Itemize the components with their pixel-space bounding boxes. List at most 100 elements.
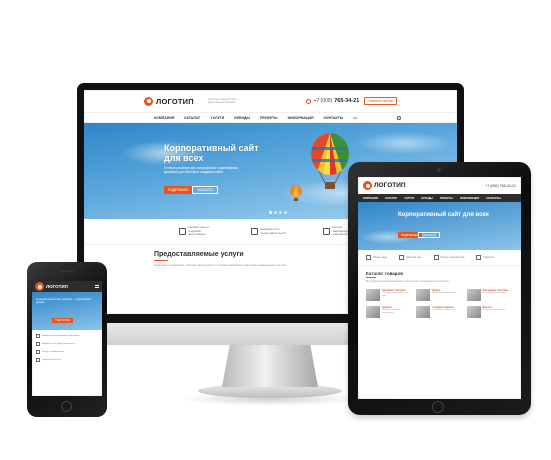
tablet-feature: Низкие цены xyxy=(366,255,387,260)
phone-icon xyxy=(306,98,312,104)
tablet-nav-item[interactable]: КОНТАКТЫ xyxy=(486,197,501,200)
phone-feature-text: Гарантия качества xyxy=(42,359,61,361)
catalog-card[interactable]: Кровля Металлочерепица и профнастил xyxy=(366,306,412,318)
catalog-card-text: Вентилируемые фасады xyxy=(482,292,506,294)
phone-header: ЛОГОТИП xyxy=(32,281,102,292)
main-nav: КОМПАНИЯ КАТАЛОГ УСЛУГИ БРЕНДЫ ПРОЕКТЫ И… xyxy=(84,112,457,123)
tablet-nav-item[interactable]: БРЕНДЫ xyxy=(421,197,433,200)
logo-text: ЛОГОТИП xyxy=(156,96,194,106)
nav-item-catalog[interactable]: КАТАЛОГ xyxy=(184,116,200,120)
nav-item-company[interactable]: КОМПАНИЯ xyxy=(154,116,174,120)
phone-hero-button[interactable]: ПОДРОБНЕЕ xyxy=(52,318,74,323)
callback-button[interactable]: Заказать звонок xyxy=(364,97,397,105)
phone-feature-text: Широкая сеть представительств xyxy=(42,343,75,345)
slider-dot[interactable] xyxy=(269,211,272,214)
phone-feature-text: Низкие цены и широкий ассортимент xyxy=(42,335,80,337)
check-icon xyxy=(476,255,482,260)
shield-icon xyxy=(399,255,405,260)
nav-item-more[interactable]: ••• xyxy=(353,116,357,120)
tablet-feature-text: Гарантия xyxy=(483,256,494,259)
product-thumbnail xyxy=(366,306,380,318)
tablet-feature: Ресурс специалистов xyxy=(433,255,465,260)
nav-item-services[interactable]: УСЛУГИ xyxy=(211,116,225,120)
header-phone: +7 (000) 765-34-21 xyxy=(306,98,359,104)
feature-text: Широкая сеть представительств xyxy=(260,226,286,235)
phone-number: 765-34-21 xyxy=(334,98,360,104)
search-icon[interactable] xyxy=(396,115,401,120)
tag-icon xyxy=(178,228,186,235)
hot-air-balloon-icon xyxy=(311,133,349,189)
hero-order-button[interactable]: ЗАКАЗАТЬ xyxy=(192,186,219,194)
catalog-grid: Оконные системы Пластиковые и деревянные … xyxy=(358,287,521,320)
phone-feature: Ресурс специалистов xyxy=(36,350,98,354)
phone-hero: Корпоративный сайт для всех — адаптивный… xyxy=(32,292,102,330)
catalog-card-text: Металлочерепица и профнастил xyxy=(382,309,401,314)
tablet-features: Низкие цены Широкая сеть Ресурс специали… xyxy=(358,250,521,266)
catalog-card-text: Входные и межкомнатные xyxy=(432,292,457,294)
catalog-card[interactable]: Фасадные системы Вентилируемые фасады xyxy=(466,289,513,301)
catalog-card[interactable]: Сэндвич-панели Стеновые и кровельные xyxy=(416,306,462,318)
product-thumbnail xyxy=(466,289,481,301)
truck-icon xyxy=(433,255,439,260)
monitor-stand xyxy=(222,345,318,387)
phone-feature-text: Ресурс специалистов xyxy=(42,351,64,353)
catalog-card[interactable]: Оконные системы Пластиковые и деревянные … xyxy=(366,289,412,301)
tag-icon xyxy=(366,255,371,260)
site-header: ЛОГОТИП Корпоративный сайт — адаптивный … xyxy=(84,90,457,112)
catalog-card-text: Пластиковые и деревянные окна xyxy=(382,292,408,297)
tablet-nav-item[interactable]: КАТАЛОГ xyxy=(385,197,397,200)
phone-feature: Низкие цены и широкий ассортимент xyxy=(36,334,98,338)
tablet-feature-text: Низкие цены xyxy=(373,256,388,259)
speaker-icon xyxy=(60,270,74,272)
phone-logo-text[interactable]: ЛОГОТИП xyxy=(46,284,68,289)
catalog-card[interactable]: Ворота Секционные и откатные xyxy=(466,306,513,318)
slider-dots xyxy=(269,211,287,214)
tablet-hero-title: Корпоративный сайт для всех xyxy=(398,212,490,218)
tablet-phone: +7 (000) 765-34-21 xyxy=(485,183,516,188)
home-button-icon xyxy=(61,401,72,412)
shield-icon xyxy=(250,228,258,235)
nav-item-projects[interactable]: ПРОЕКТЫ xyxy=(260,116,278,120)
small-balloon-icon xyxy=(290,185,302,201)
tag-icon xyxy=(36,334,40,338)
logo-circle-icon xyxy=(363,181,372,190)
truck-icon xyxy=(322,228,330,235)
product-thumbnail xyxy=(416,306,431,318)
tablet-device: ЛОГОТИП +7 (000) 765-34-21 КОМПАНИЯ КАТА… xyxy=(348,162,531,415)
tablet-hero: Корпоративный сайт для всех ПОДРОБНЕЕ ЗА… xyxy=(358,202,521,250)
nav-item-info[interactable]: ИНФОРМАЦИЯ xyxy=(288,116,314,120)
header-tagline: Корпоративный сайт — адаптивный дизайн xyxy=(207,96,241,104)
site-logo[interactable]: ЛОГОТИП xyxy=(144,96,194,106)
tablet-feature: Широкая сеть xyxy=(399,255,422,260)
slider-dot[interactable] xyxy=(279,211,282,214)
hamburger-menu-icon[interactable] xyxy=(95,285,99,288)
truck-icon xyxy=(36,350,40,354)
catalog-card[interactable]: Двери Входные и межкомнатные xyxy=(416,289,462,301)
catalog-card-text: Стеновые и кровельные xyxy=(432,309,455,311)
tablet-nav-item[interactable]: УСЛУГИ xyxy=(404,197,414,200)
hero-more-button[interactable]: ПОДРОБНЕЕ xyxy=(164,186,193,194)
feature-text: Низкие цены и широкий ассортимент xyxy=(188,225,209,237)
nav-item-brands[interactable]: БРЕНДЫ xyxy=(234,116,250,120)
slider-dot[interactable] xyxy=(274,211,277,214)
tablet-header: ЛОГОТИП +7 (000) 765-34-21 xyxy=(358,177,521,194)
phone-feature: Гарантия качества xyxy=(36,358,98,362)
nav-item-contacts[interactable]: КОНТАКТЫ xyxy=(324,116,344,120)
slider-dot[interactable] xyxy=(284,211,287,214)
tablet-nav-item[interactable]: ИНФОРМАЦИЯ xyxy=(460,197,479,200)
phone-prefix: +7 (000) xyxy=(313,98,333,104)
catalog-text: Вся продукция сертифицирована и соответс… xyxy=(366,281,449,283)
phone-hero-text: Корпоративный сайт для всех — адаптивный… xyxy=(36,298,91,305)
feature-item: Широкая сеть представительств xyxy=(250,226,291,235)
tablet-feature-text: Широкая сеть xyxy=(406,256,422,259)
tablet-logo-text[interactable]: ЛОГОТИП xyxy=(374,182,406,189)
tablet-hero-button-secondary[interactable]: ЗАКАЗАТЬ xyxy=(418,232,440,238)
camera-icon xyxy=(437,168,441,172)
catalog-title: Каталог товаров xyxy=(366,271,404,276)
tablet-feature: Гарантия xyxy=(476,255,494,260)
product-thumbnail xyxy=(416,289,431,301)
phone-device: ЛОГОТИП Корпоративный сайт для всех — ад… xyxy=(27,262,107,417)
tablet-nav-item[interactable]: КОМПАНИЯ xyxy=(363,197,378,200)
tablet-nav-item[interactable]: ПРОЕКТЫ xyxy=(440,197,453,200)
tablet-feature-text: Ресурс специалистов xyxy=(440,256,465,259)
